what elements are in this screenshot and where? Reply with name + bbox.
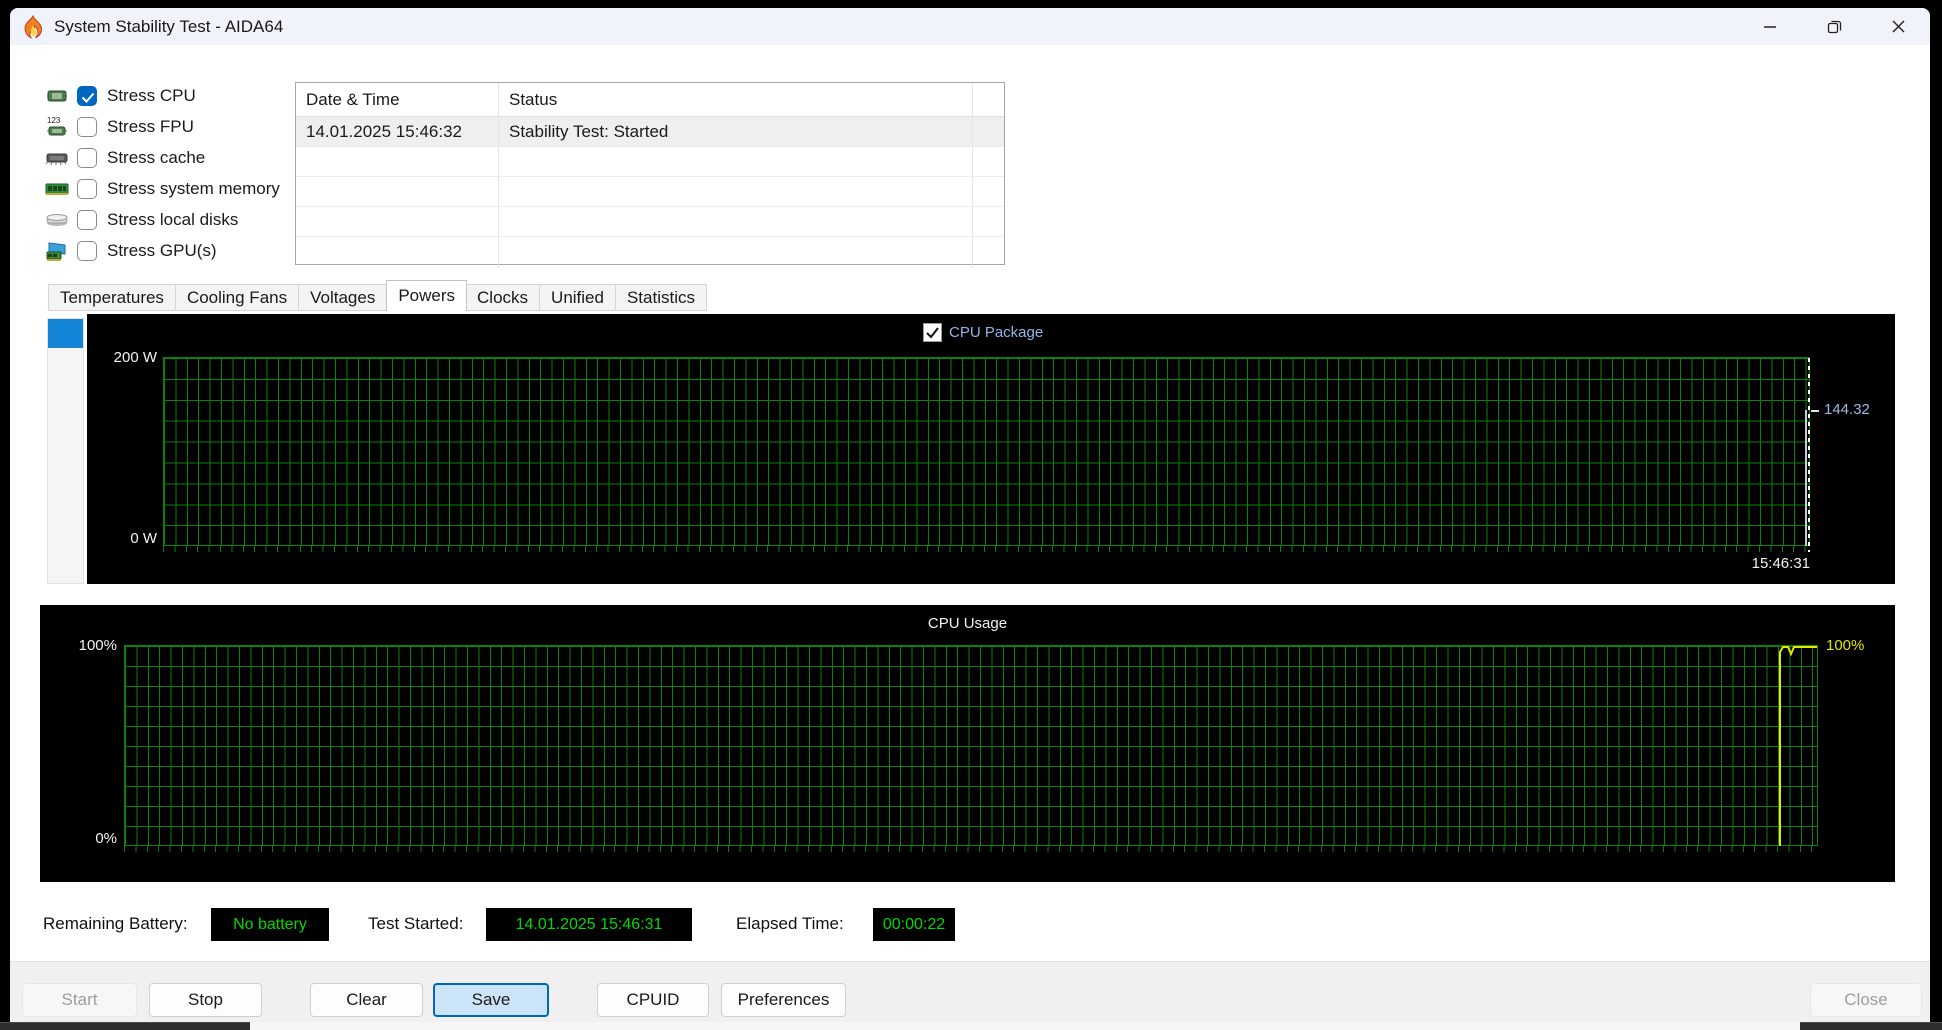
stress-option-memory[interactable]: Stress system memory (42, 177, 280, 201)
log-table-header: Date & Time Status (296, 83, 1004, 117)
app-flame-icon (24, 14, 42, 39)
check-icon (81, 92, 95, 103)
power-current-value: 144.32 (1824, 401, 1870, 418)
power-chart-panel: CPU Package 200 W 0 W 144.32 15:46:31 (87, 314, 1895, 584)
log-cell-status: Stability Test: Started (499, 117, 973, 146)
usage-axis-min: 0% (95, 830, 117, 847)
stress-disks-checkbox[interactable] (77, 210, 97, 230)
memory-module-icon (42, 177, 72, 201)
cpu-package-toggle[interactable]: CPU Package (923, 323, 1043, 342)
minimize-button[interactable] (1738, 8, 1802, 45)
svg-text:123: 123 (47, 116, 61, 125)
chart-scale-slider[interactable] (47, 318, 84, 584)
log-row-empty (296, 147, 1004, 177)
window-title: System Stability Test - AIDA64 (54, 16, 284, 36)
value-tick (1811, 410, 1819, 412)
taskbar-fragment-left (0, 1022, 250, 1030)
close-icon (1892, 20, 1904, 33)
footer-bar: Start Stop Clear Save CPUID Preferences … (10, 961, 1930, 1022)
gpu-card-icon (42, 239, 72, 263)
stress-option-label: Stress cache (107, 148, 206, 167)
log-cell-datetime: 14.01.2025 15:46:32 (296, 117, 499, 146)
tab-cooling-fans[interactable]: Cooling Fans (175, 284, 300, 311)
stress-option-label: Stress CPU (107, 86, 196, 105)
window-controls (1738, 8, 1930, 45)
stress-option-cpu[interactable]: Stress CPU (42, 84, 196, 108)
stress-cache-checkbox[interactable] (77, 148, 97, 168)
test-started-label: Test Started: (368, 914, 464, 933)
tab-unified[interactable]: Unified (540, 284, 616, 311)
stress-option-label: Stress system memory (107, 179, 280, 198)
stop-button[interactable]: Stop (149, 983, 262, 1017)
restore-button[interactable] (1802, 8, 1866, 45)
start-button: Start (22, 983, 137, 1017)
app-window: System Stability Test - AIDA64 Stress CP… (10, 8, 1930, 1022)
stress-gpu-checkbox[interactable] (77, 241, 97, 261)
usage-grid-ticks (124, 846, 1818, 852)
stress-option-gpu[interactable]: Stress GPU(s) (42, 239, 217, 263)
usage-trace (1779, 646, 1817, 846)
cpu-chip-icon (42, 84, 72, 108)
minimize-icon (1764, 25, 1776, 28)
cpu-package-label: CPU Package (949, 324, 1044, 341)
tab-temperatures[interactable]: Temperatures (48, 284, 176, 311)
check-icon (926, 327, 939, 339)
stress-option-disks[interactable]: Stress local disks (42, 208, 238, 232)
desktop-background: System Stability Test - AIDA64 Stress CP… (0, 0, 1942, 1030)
cpu-package-checkbox[interactable] (923, 323, 942, 342)
power-trace (1805, 410, 1807, 546)
usage-axis-max: 100% (78, 637, 117, 654)
chart-tab-bar: Temperatures Cooling Fans Voltages Power… (48, 280, 707, 311)
stress-option-fpu[interactable]: 123 Stress FPU (42, 115, 194, 139)
power-timestamp: 15:46:31 (1751, 555, 1810, 572)
usage-chart-title: CPU Usage (927, 615, 1008, 632)
usage-chart-grid (124, 645, 1818, 846)
cache-chip-icon (42, 146, 72, 170)
clear-button[interactable]: Clear (310, 983, 423, 1017)
elapsed-time-value-box: 00:00:22 (873, 908, 955, 941)
fpu-123-chip-icon: 123 (42, 115, 72, 139)
log-row-selected[interactable]: 14.01.2025 15:46:32 Stability Test: Star… (296, 117, 1004, 147)
tab-voltages[interactable]: Voltages (299, 284, 388, 311)
tab-clocks[interactable]: Clocks (466, 284, 541, 311)
stress-fpu-checkbox[interactable] (77, 117, 97, 137)
close-button[interactable] (1866, 8, 1930, 45)
power-chart-grid (163, 357, 1819, 552)
save-button[interactable]: Save (433, 983, 549, 1017)
test-started-value-box: 14.01.2025 15:46:31 (486, 908, 692, 941)
stress-cpu-checkbox[interactable] (77, 86, 97, 106)
stress-option-cache[interactable]: Stress cache (42, 146, 205, 170)
hard-disk-icon (42, 208, 72, 232)
stress-option-label: Stress GPU(s) (107, 241, 217, 260)
tab-powers[interactable]: Powers (386, 280, 468, 311)
battery-label: Remaining Battery: (43, 914, 188, 933)
elapsed-time-label: Elapsed Time: (736, 914, 844, 933)
tab-statistics[interactable]: Statistics (615, 284, 707, 311)
log-row-empty (296, 177, 1004, 207)
event-log-table: Date & Time Status 14.01.2025 15:46:32 S… (295, 82, 1005, 267)
power-axis-max: 200 W (113, 349, 157, 366)
taskbar-fragment-right (1800, 1022, 1942, 1030)
usage-current-value: 100% (1826, 637, 1865, 654)
window-bottom-edge (250, 1022, 1800, 1030)
usage-chart-panel: CPU Usage 100% 0% 100% (40, 605, 1895, 882)
log-row-empty (296, 237, 1004, 267)
log-column-datetime[interactable]: Date & Time (296, 83, 499, 116)
battery-value-box: No battery (211, 908, 329, 941)
restore-icon (1827, 20, 1842, 33)
stress-option-label: Stress FPU (107, 117, 194, 136)
slider-thumb[interactable] (48, 319, 83, 348)
stress-option-label: Stress local disks (107, 210, 239, 229)
power-axis-min: 0 W (130, 530, 157, 547)
title-bar: System Stability Test - AIDA64 (10, 8, 1930, 45)
log-column-status[interactable]: Status (499, 83, 973, 116)
stress-memory-checkbox[interactable] (77, 179, 97, 199)
power-grid-ticks (163, 546, 1810, 552)
time-cursor (1808, 358, 1810, 552)
cpuid-button[interactable]: CPUID (597, 983, 709, 1017)
preferences-button[interactable]: Preferences (721, 983, 846, 1017)
log-row-empty (296, 207, 1004, 237)
close-dialog-button: Close (1810, 983, 1922, 1017)
